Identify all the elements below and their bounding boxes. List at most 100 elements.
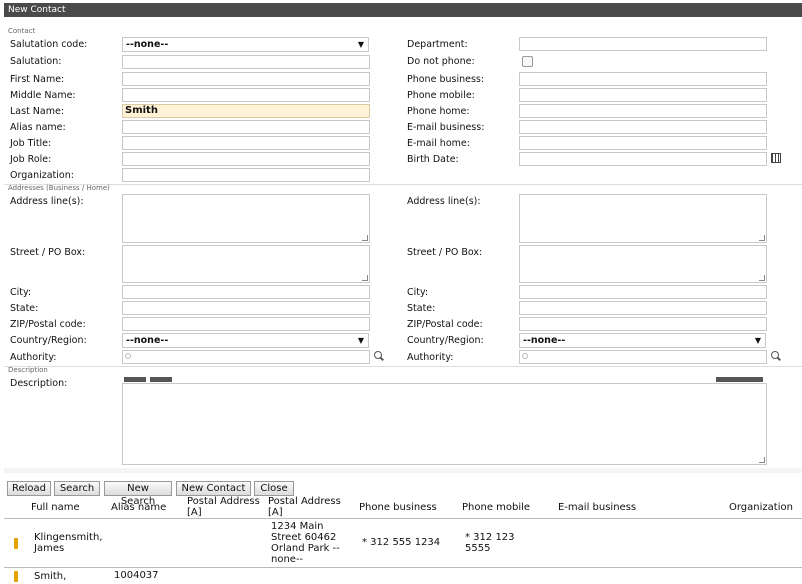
right-authority-label: Authority: bbox=[407, 352, 454, 363]
last-name-input[interactable]: Smith bbox=[122, 104, 370, 118]
do-not-phone-label: Do not phone: bbox=[407, 56, 475, 67]
new-search-button[interactable]: New Search bbox=[104, 481, 172, 507]
left-zip-input[interactable] bbox=[122, 317, 370, 331]
section-addresses-label: Addresses (Business / Home) bbox=[8, 184, 110, 192]
right-zip-label: ZIP/Postal code: bbox=[407, 319, 483, 330]
row-phone-mobile: * 312 123 5555 bbox=[465, 532, 515, 554]
email-home-label: E-mail home: bbox=[407, 138, 470, 149]
right-city-input[interactable] bbox=[519, 285, 767, 299]
left-zip-label: ZIP/Postal code: bbox=[10, 319, 86, 330]
phone-business-label: Phone business: bbox=[407, 74, 485, 85]
right-city-label: City: bbox=[407, 287, 429, 298]
right-country-value: --none-- bbox=[523, 335, 566, 346]
email-home-input[interactable] bbox=[519, 136, 767, 150]
col-phone-mobile[interactable]: Phone mobile bbox=[462, 502, 530, 513]
right-address-lines-label: Address line(s): bbox=[407, 196, 481, 207]
salutation-input[interactable] bbox=[122, 55, 370, 69]
row-alias: 1004037 bbox=[114, 570, 159, 581]
left-city-label: City: bbox=[10, 287, 32, 298]
right-zip-input[interactable] bbox=[519, 317, 767, 331]
salutation-label: Salutation: bbox=[10, 56, 62, 67]
editor-toolbar-icon[interactable] bbox=[716, 377, 763, 382]
description-label: Description: bbox=[10, 378, 68, 389]
search-icon[interactable] bbox=[373, 350, 385, 362]
email-business-label: E-mail business: bbox=[407, 122, 485, 133]
first-name-input[interactable] bbox=[122, 72, 370, 86]
chevron-down-icon: ▼ bbox=[357, 336, 364, 345]
left-state-label: State: bbox=[10, 303, 39, 314]
right-country-select[interactable]: --none-- ▼ bbox=[519, 333, 766, 348]
department-label: Department: bbox=[407, 39, 468, 50]
left-country-value: --none-- bbox=[126, 335, 169, 346]
contact-icon bbox=[14, 538, 18, 549]
phone-home-input[interactable] bbox=[519, 104, 767, 118]
left-street-textarea[interactable] bbox=[122, 245, 370, 283]
phone-mobile-label: Phone mobile: bbox=[407, 90, 475, 101]
editor-toolbar-icon[interactable] bbox=[150, 377, 172, 382]
salutation-code-value: --none-- bbox=[126, 39, 169, 50]
col-full-name[interactable]: Full name bbox=[31, 502, 80, 513]
section-contact-label: Contact bbox=[8, 27, 36, 35]
new-contact-button[interactable]: New Contact bbox=[176, 481, 251, 496]
middle-name-input[interactable] bbox=[122, 88, 370, 102]
organization-label: Organization: bbox=[10, 170, 74, 181]
left-state-input[interactable] bbox=[122, 301, 370, 315]
job-title-input[interactable] bbox=[122, 136, 370, 150]
email-business-input[interactable] bbox=[519, 120, 767, 134]
do-not-phone-checkbox[interactable] bbox=[522, 56, 533, 67]
search-button[interactable]: Search bbox=[54, 481, 100, 496]
col-email-business[interactable]: E-mail business bbox=[558, 502, 636, 513]
alias-name-input[interactable] bbox=[122, 120, 370, 134]
search-icon[interactable] bbox=[770, 350, 782, 362]
organization-input[interactable] bbox=[122, 168, 370, 182]
contact-icon bbox=[14, 571, 18, 582]
left-country-label: Country/Region: bbox=[10, 335, 87, 346]
reload-button[interactable]: Reload bbox=[7, 481, 51, 496]
left-authority-label: Authority: bbox=[10, 352, 57, 363]
col-postal-address-2[interactable]: Postal Address [A] bbox=[268, 496, 358, 518]
phone-business-input[interactable] bbox=[519, 72, 767, 86]
search-hint-icon bbox=[522, 353, 530, 361]
row-postal-address: 1234 Main Street 60462 Orland Park -- no… bbox=[271, 521, 340, 565]
right-street-textarea[interactable] bbox=[519, 245, 767, 283]
phone-home-label: Phone home: bbox=[407, 106, 470, 117]
right-street-label: Street / PO Box: bbox=[407, 247, 483, 258]
search-hint-icon bbox=[125, 353, 133, 361]
middle-name-label: Middle Name: bbox=[10, 90, 76, 101]
right-address-lines-textarea[interactable] bbox=[519, 194, 767, 243]
left-city-input[interactable] bbox=[122, 285, 370, 299]
right-state-label: State: bbox=[407, 303, 436, 314]
right-authority-input[interactable] bbox=[519, 350, 767, 364]
chevron-down-icon: ▼ bbox=[754, 336, 761, 345]
last-name-label: Last Name: bbox=[10, 106, 65, 117]
left-address-lines-textarea[interactable] bbox=[122, 194, 370, 243]
left-country-select[interactable]: --none-- ▼ bbox=[122, 333, 369, 348]
salutation-code-label: Salutation code: bbox=[10, 39, 88, 50]
phone-mobile-input[interactable] bbox=[519, 88, 767, 102]
right-state-input[interactable] bbox=[519, 301, 767, 315]
calendar-icon[interactable] bbox=[771, 153, 781, 163]
chevron-down-icon: ▼ bbox=[357, 40, 364, 49]
window-title: New Contact bbox=[4, 3, 802, 17]
col-postal-address-1[interactable]: Postal Address [A] bbox=[187, 496, 267, 518]
left-authority-input[interactable] bbox=[122, 350, 370, 364]
description-textarea[interactable] bbox=[122, 383, 767, 465]
section-description-label: Description bbox=[8, 366, 48, 374]
job-role-input[interactable] bbox=[122, 152, 370, 166]
editor-toolbar-icon[interactable] bbox=[124, 377, 146, 382]
left-address-lines-label: Address line(s): bbox=[10, 196, 84, 207]
salutation-code-select[interactable]: --none-- ▼ bbox=[122, 37, 369, 52]
row-full-name[interactable]: Smith, bbox=[34, 571, 66, 582]
alias-name-label: Alias name: bbox=[10, 122, 66, 133]
job-role-label: Job Role: bbox=[10, 154, 52, 165]
birth-date-input[interactable] bbox=[519, 152, 767, 166]
right-country-label: Country/Region: bbox=[407, 335, 484, 346]
close-button[interactable]: Close bbox=[254, 481, 294, 496]
first-name-label: First Name: bbox=[10, 74, 65, 85]
col-organization[interactable]: Organization bbox=[729, 502, 793, 513]
job-title-label: Job Title: bbox=[10, 138, 52, 149]
col-alias-name[interactable]: Alias name bbox=[111, 502, 166, 513]
department-input[interactable] bbox=[519, 37, 767, 51]
row-full-name[interactable]: Klingensmith, James bbox=[34, 532, 110, 554]
col-phone-business[interactable]: Phone business bbox=[359, 502, 437, 513]
